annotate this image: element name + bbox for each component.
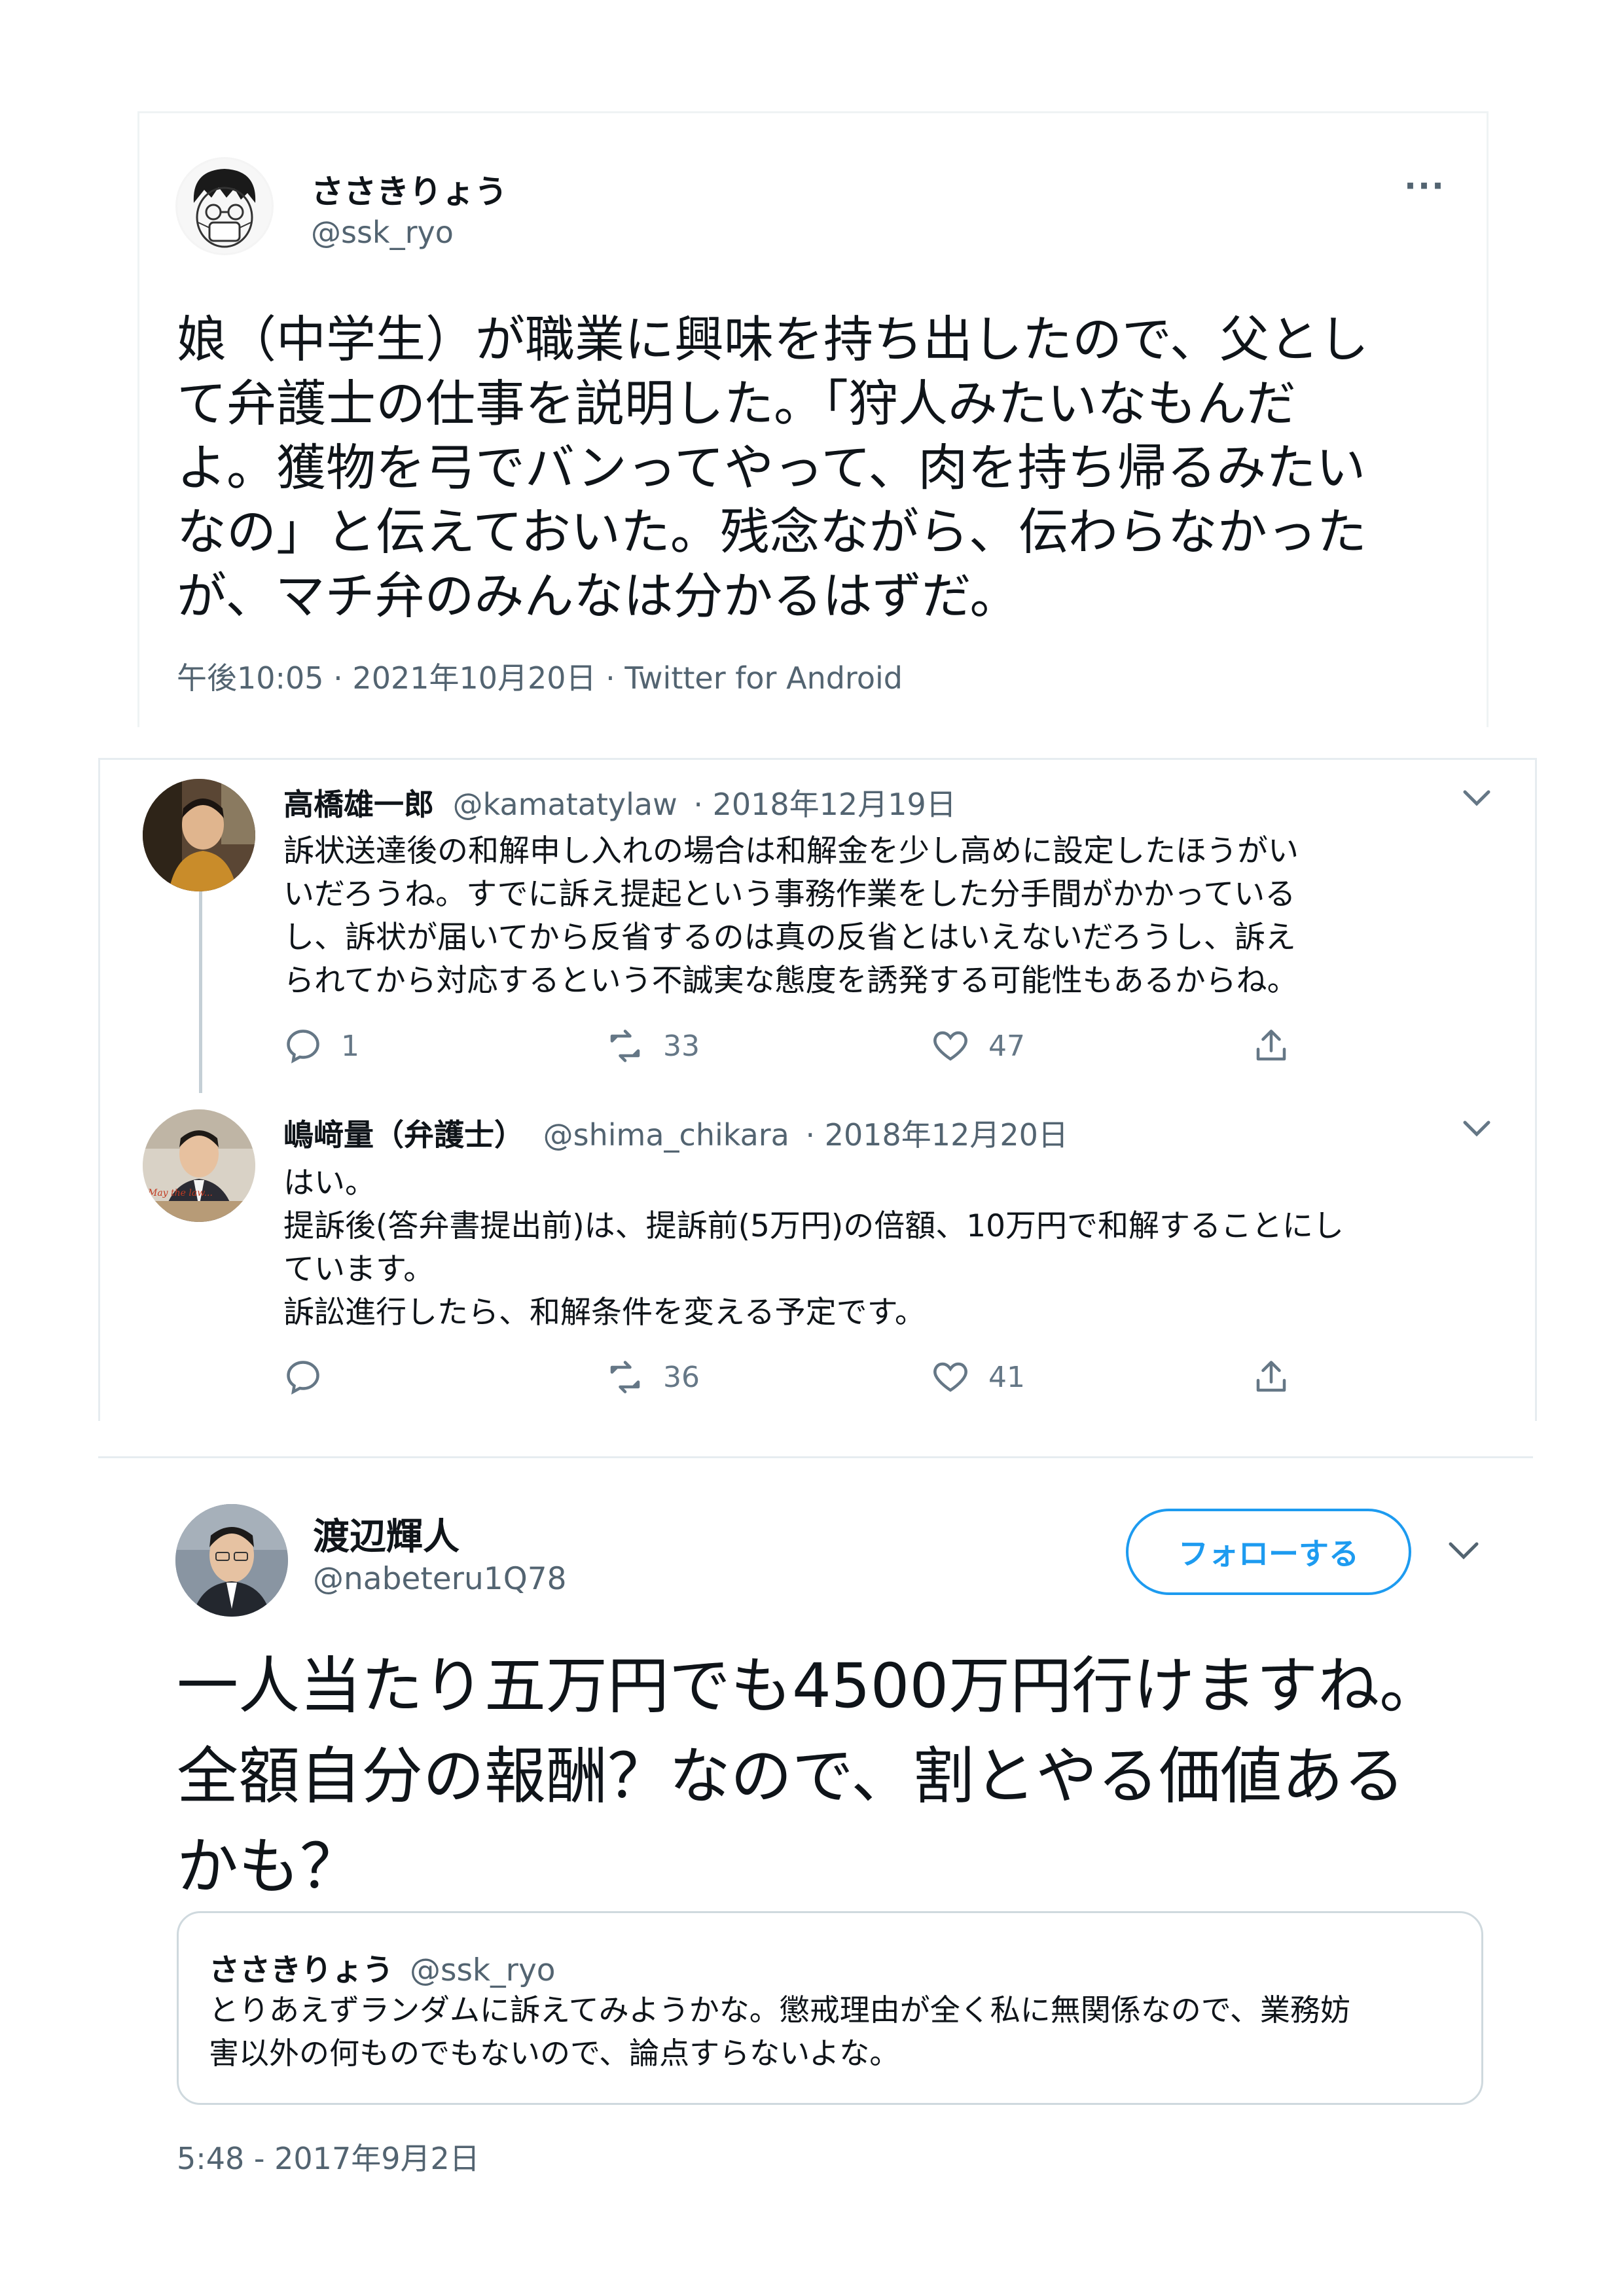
avatar[interactable]: May the law... — [143, 1109, 255, 1222]
reply-count: 1 — [341, 1029, 359, 1063]
display-name: ささきりょう — [209, 1952, 393, 1988]
thread-line — [199, 890, 202, 1093]
retweet-icon — [610, 1030, 640, 1062]
like-count: 41 — [988, 1360, 1025, 1394]
handle[interactable]: @nabeteru1Q78 — [313, 1561, 567, 1597]
quote-text: とりあえずランダムに訴えてみようかな。懲戒理由が全く私に無関係なので、業務妨 害… — [209, 1992, 1350, 2071]
display-name[interactable]: 渡辺輝人 — [313, 1507, 460, 1560]
divider — [98, 1456, 1533, 1458]
chevron-down-icon[interactable] — [1460, 785, 1494, 814]
reply-text: 訴状送達後の和解申し入れの場合は和解金を少し高めに設定したほうがい いだろうね。… — [283, 833, 1299, 999]
share-button[interactable] — [1252, 1026, 1291, 1066]
avatar[interactable] — [175, 157, 274, 255]
display-name[interactable]: ささきりょう — [311, 166, 507, 213]
avatar[interactable] — [175, 1504, 288, 1617]
chevron-down-icon[interactable] — [1460, 1116, 1494, 1145]
tweet-text: 一人当たり五万円でも4500万円行けますね。 全額自分の報酬？なので、割とやる価… — [177, 1651, 1441, 1903]
share-button[interactable] — [1252, 1357, 1291, 1397]
handle: @ssk_ryo — [409, 1952, 556, 1988]
tweet-meta[interactable]: 午後10:05 · 2021年10月20日 · Twitter for Andr… — [177, 655, 903, 698]
like-button[interactable]: 41 — [931, 1357, 1025, 1397]
tweet-meta[interactable]: 5:48 - 2017年9月2日 — [177, 2135, 480, 2178]
retweet-count: 33 — [663, 1029, 700, 1063]
reply-button[interactable] — [283, 1357, 341, 1397]
handle[interactable]: @kamatatylaw — [453, 787, 677, 822]
like-button[interactable]: 47 — [931, 1026, 1025, 1066]
avatar-photo-icon: May the law... — [143, 1109, 255, 1222]
retweet-button[interactable]: 33 — [605, 1026, 700, 1066]
like-icon — [933, 1362, 967, 1392]
follow-button[interactable]: フォローする — [1126, 1509, 1411, 1595]
avatar[interactable] — [143, 779, 255, 891]
display-name[interactable]: 嶋﨑量（弁護士） — [283, 1117, 524, 1153]
retweet-button[interactable]: 36 — [605, 1357, 700, 1397]
reply-button[interactable]: 1 — [283, 1026, 359, 1066]
timestamp[interactable]: · 2018年12月19日 — [693, 787, 956, 822]
retweet-count: 36 — [663, 1360, 700, 1394]
timestamp[interactable]: · 2018年12月20日 — [806, 1117, 1068, 1153]
reply-icon — [287, 1030, 319, 1064]
like-count: 47 — [988, 1029, 1025, 1063]
retweet-icon — [610, 1361, 640, 1393]
avatar-caption: May the law... — [147, 1188, 213, 1198]
display-name[interactable]: 高橋雄一郎 — [283, 787, 434, 822]
share-icon — [1256, 1361, 1286, 1392]
reply-icon — [287, 1361, 319, 1395]
reply-text: はい。 提訴後(答弁書提出前)は、提訴前(5万円)の倍額、10万円で和解すること… — [283, 1165, 1344, 1331]
share-icon — [1256, 1030, 1286, 1061]
avatar-photo-icon — [175, 1504, 288, 1617]
handle[interactable]: @ssk_ryo — [311, 215, 454, 250]
reply1-header: 高橋雄一郎 @kamatatylaw · 2018年12月19日 — [283, 781, 956, 824]
avatar-photo-icon — [143, 779, 255, 891]
avatar-illustration-icon — [177, 159, 272, 253]
quote-header: ささきりょう @ssk_ryo — [209, 1945, 556, 1990]
chevron-down-icon[interactable] — [1445, 1537, 1482, 1568]
like-icon — [933, 1031, 967, 1061]
tweet-text: 娘（中学生）が職業に興味を持ち出したので、父とし て弁護士の仕事を説明した。「狩… — [177, 310, 1369, 625]
handle[interactable]: @shima_chikara — [543, 1117, 789, 1153]
quoted-tweet[interactable]: ささきりょう @ssk_ryo とりあえずランダムに訴えてみようかな。懲戒理由が… — [177, 1911, 1483, 2105]
reply2-header: 嶋﨑量（弁護士） @shima_chikara · 2018年12月20日 — [283, 1111, 1068, 1155]
more-icon[interactable]: ··· — [1404, 167, 1445, 205]
